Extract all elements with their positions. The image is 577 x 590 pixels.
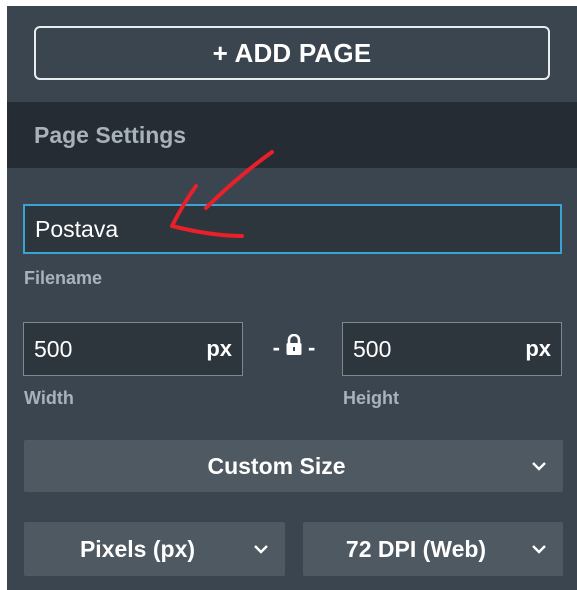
height-value: 500 [353, 335, 392, 362]
units-value: Pixels (px) [79, 535, 196, 562]
separator-left: - [272, 335, 280, 360]
chevron-down-icon [532, 545, 546, 554]
chevron-down-icon [254, 545, 268, 554]
section-header: Page Settings [7, 102, 577, 168]
separator-right: - [308, 335, 316, 360]
width-unit: px [206, 336, 232, 361]
add-page-button[interactable]: + ADD PAGE [34, 26, 550, 80]
height-label: Height [343, 388, 399, 408]
filename-value: Postava [35, 215, 119, 242]
dpi-value: 72 DPI (Web) [345, 535, 487, 562]
aspect-lock-toggle[interactable]: - - [262, 332, 326, 364]
size-preset-select[interactable]: Custom Size [24, 440, 563, 492]
add-page-label: + ADD PAGE [212, 37, 372, 68]
size-preset-value: Custom Size [207, 452, 346, 479]
chevron-down-icon [532, 462, 546, 471]
height-input[interactable]: 500 px [342, 322, 562, 376]
dpi-select[interactable]: 72 DPI (Web) [303, 522, 563, 576]
width-input[interactable]: 500 px [23, 322, 243, 376]
page-settings-panel: + ADD PAGE Page Settings Postava Filenam… [7, 6, 577, 590]
units-select[interactable]: Pixels (px) [24, 522, 285, 576]
height-unit: px [525, 336, 551, 361]
width-value: 500 [34, 335, 73, 362]
width-label: Width [24, 388, 74, 408]
filename-input[interactable]: Postava [23, 204, 562, 254]
filename-label: Filename [24, 268, 103, 288]
section-title: Page Settings [34, 121, 187, 148]
lock-icon [286, 333, 302, 362]
